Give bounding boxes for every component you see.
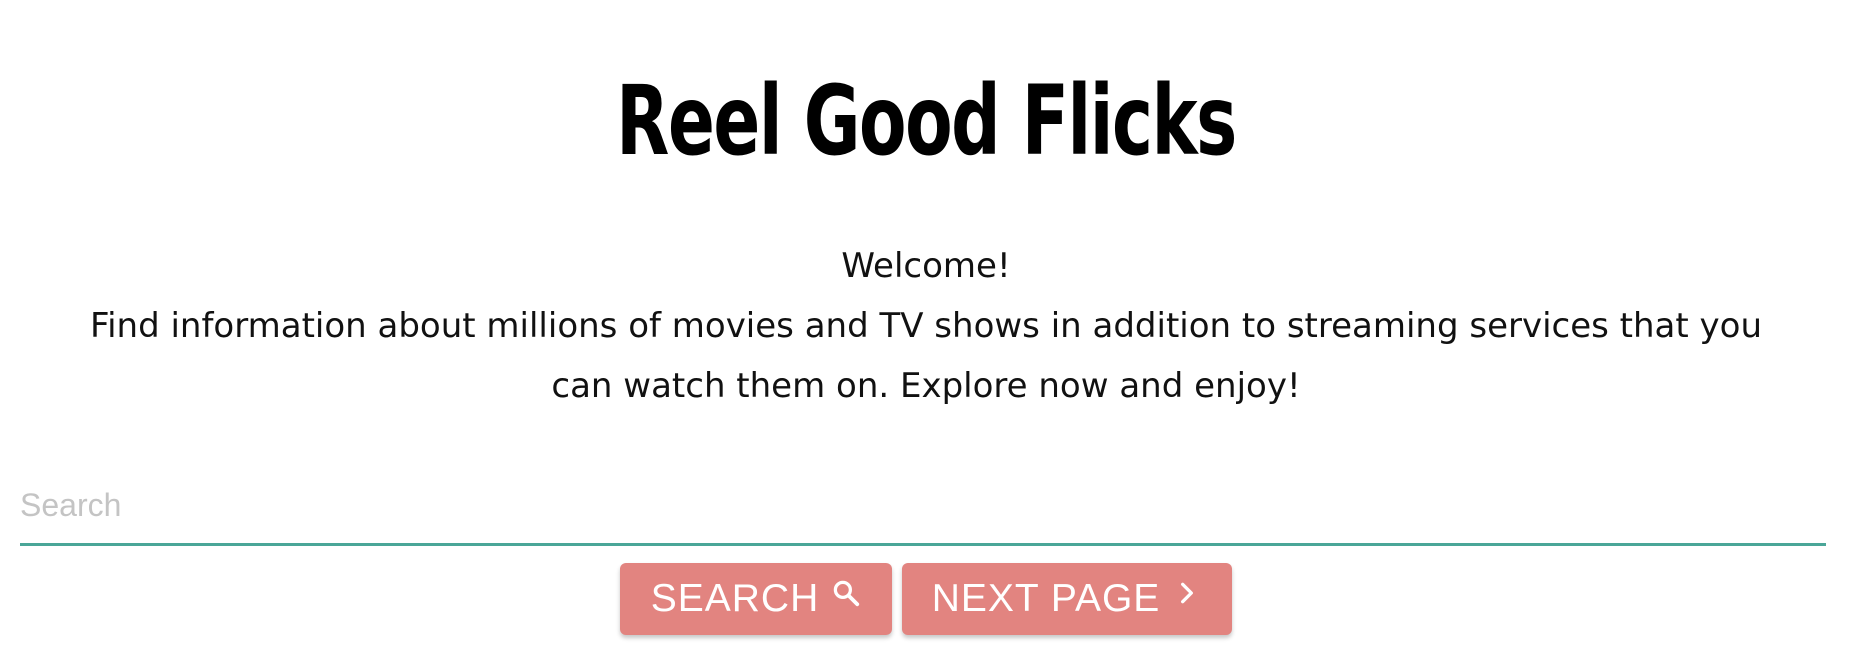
chevron-right-icon <box>1172 578 1202 608</box>
search-button-label: SEARCH <box>650 577 820 620</box>
search-field <box>20 470 1826 546</box>
site-title: Reel Good Flicks <box>616 65 1237 177</box>
search-icon <box>831 578 861 608</box>
search-input[interactable] <box>20 470 1826 540</box>
intro-text: Welcome! Find information about millions… <box>60 236 1792 416</box>
action-buttons: SEARCH NEXT PAGE <box>0 563 1852 637</box>
search-button[interactable]: SEARCH <box>620 563 892 635</box>
site-description: Find information about millions of movie… <box>90 306 1762 406</box>
welcome-message: Welcome! <box>841 246 1011 286</box>
next-page-button[interactable]: NEXT PAGE <box>902 563 1232 635</box>
page: Reel Good Flicks Welcome! Find informati… <box>0 0 1852 648</box>
next-page-button-label: NEXT PAGE <box>931 577 1161 620</box>
